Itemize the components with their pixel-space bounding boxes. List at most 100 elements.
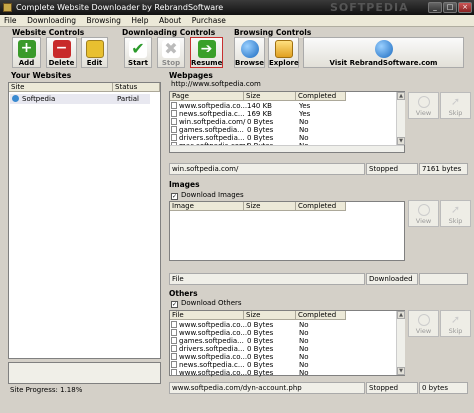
skip-label: Skip xyxy=(448,327,463,335)
table-row[interactable]: win.softpedia.com/0 Bytes No xyxy=(171,118,395,126)
start-button[interactable]: ✔ Start xyxy=(124,37,152,68)
webpages-skip-button[interactable]: ➚ Skip xyxy=(440,92,471,119)
col-site[interactable]: Site xyxy=(9,83,113,92)
table-row[interactable]: www.softpedia.co... 0 Bytes No xyxy=(171,329,395,337)
download-others-checkbox[interactable]: ✓ xyxy=(171,301,178,308)
col-size[interactable]: Size xyxy=(244,202,296,211)
images-title: Images xyxy=(169,180,200,189)
table-row[interactable]: news.softpedia.c... 169 KB Yes xyxy=(171,110,395,118)
menu-purchase[interactable]: Purchase xyxy=(188,15,230,27)
site-name: Softpedia xyxy=(22,95,56,103)
websites-list[interactable]: Site Status Softpedia Partial xyxy=(8,82,161,359)
images-view-button[interactable]: View xyxy=(408,200,439,227)
col-completed[interactable]: Completed xyxy=(296,202,346,211)
col-completed[interactable]: Completed xyxy=(296,311,346,320)
row-completed: No xyxy=(299,369,309,377)
webpages-state: Stopped xyxy=(366,163,418,175)
webpages-view-button[interactable]: View xyxy=(408,92,439,119)
row-completed: No xyxy=(299,134,309,142)
row-name: news.softpedia.c... xyxy=(179,361,245,369)
site-progress-text: Site Progress: 1.18% xyxy=(10,386,83,394)
row-completed: No xyxy=(299,126,309,134)
row-completed: Yes xyxy=(299,102,311,110)
row-size: 0 Bytes xyxy=(247,369,274,377)
view-label: View xyxy=(415,109,432,117)
download-images-option[interactable]: ✓ Download Images xyxy=(171,191,244,200)
webpages-current-url: win.softpedia.com/ xyxy=(169,163,365,175)
table-row[interactable]: www.softpedia.co... 0 Bytes No xyxy=(171,369,395,377)
menu-file[interactable]: File xyxy=(0,15,21,27)
delete-icon: − xyxy=(52,40,71,58)
file-icon xyxy=(171,329,177,336)
start-icon: ✔ xyxy=(129,40,147,58)
edit-button[interactable]: Edit xyxy=(81,37,108,68)
file-icon xyxy=(171,369,177,376)
row-completed: No xyxy=(299,337,309,345)
website-controls-title: Website Controls xyxy=(12,28,85,37)
minimize-button[interactable]: _ xyxy=(428,2,442,13)
folder-icon xyxy=(274,40,293,58)
menu-downloading[interactable]: Downloading xyxy=(23,15,80,27)
table-row[interactable]: news.softpedia.c... 0 Bytes No xyxy=(171,361,395,369)
row-completed: No xyxy=(299,353,309,361)
images-table[interactable]: Image Size Completed xyxy=(169,201,405,261)
view-label: View xyxy=(415,327,432,335)
table-row[interactable]: www.softpedia.co... 140 KB Yes xyxy=(171,102,395,110)
explore-label: Explore xyxy=(269,59,299,67)
website-row[interactable]: Softpedia Partial xyxy=(10,94,150,104)
col-size[interactable]: Size xyxy=(244,92,296,101)
file-icon xyxy=(171,321,177,328)
table-row[interactable]: www.softpedia.co... 0 Bytes No xyxy=(171,353,395,361)
table-row[interactable]: games.softpedia... 0 Bytes No xyxy=(171,337,395,345)
edit-icon xyxy=(85,40,104,58)
downloading-controls-title: Downloading Controls xyxy=(122,28,216,37)
row-name: drivers.softpedia... xyxy=(179,134,245,142)
download-others-option[interactable]: ✓ Download Others xyxy=(171,299,242,308)
download-images-checkbox[interactable]: ✓ xyxy=(171,193,178,200)
browsing-controls-title: Browsing Controls xyxy=(234,28,312,37)
col-file[interactable]: File xyxy=(170,311,244,320)
table-row[interactable]: drivers.softpedia... 0 Bytes No xyxy=(171,134,395,142)
others-table[interactable]: File Size Completed www.softpedia.co... 0… xyxy=(169,310,405,377)
menu-bar: File Downloading Browsing Help About Pur… xyxy=(0,15,474,27)
visit-rebrandsoftware-button[interactable]: Visit RebrandSoftware.com xyxy=(303,37,464,68)
webpages-hscrollbar[interactable] xyxy=(170,145,404,152)
others-current-url: www.softpedia.com/dyn-account.php xyxy=(169,382,365,394)
menu-about[interactable]: About xyxy=(155,15,185,27)
images-skip-button[interactable]: ➚ Skip xyxy=(440,200,471,227)
add-button[interactable]: + Add xyxy=(12,37,41,68)
webpages-size: 7161 bytes xyxy=(419,163,468,175)
others-view-button[interactable]: View xyxy=(408,310,439,337)
explore-button[interactable]: Explore xyxy=(268,37,299,68)
add-label: Add xyxy=(18,59,35,67)
resume-button[interactable]: ➔ Resume xyxy=(190,37,223,68)
view-icon xyxy=(417,204,430,216)
col-completed[interactable]: Completed xyxy=(296,92,346,101)
webpages-table[interactable]: Page Size Completed www.softpedia.co... 1… xyxy=(169,91,405,153)
table-row[interactable]: www.softpedia.co... 0 Bytes No xyxy=(171,321,395,329)
table-row[interactable]: drivers.softpedia... 0 Bytes No xyxy=(171,345,395,353)
col-size[interactable]: Size xyxy=(244,311,296,320)
others-scrollbar[interactable]: ▲ ▼ xyxy=(396,311,405,375)
stop-button[interactable]: ✖ Stop xyxy=(157,37,185,68)
view-icon xyxy=(417,96,430,108)
others-skip-button[interactable]: ➚ Skip xyxy=(440,310,471,337)
webpages-scrollbar[interactable]: ▲ ▼ xyxy=(396,92,405,145)
col-status[interactable]: Status xyxy=(113,83,160,92)
maximize-button[interactable]: □ xyxy=(443,2,457,13)
table-row[interactable]: games.softpedia... 0 Bytes No xyxy=(171,126,395,134)
site-status: Partial xyxy=(117,95,139,103)
skip-label: Skip xyxy=(448,109,463,117)
col-page[interactable]: Page xyxy=(170,92,244,101)
site-progress-box xyxy=(8,362,161,384)
browse-button[interactable]: Browse xyxy=(234,37,265,68)
menu-browsing[interactable]: Browsing xyxy=(83,15,125,27)
col-image[interactable]: Image xyxy=(170,202,244,211)
file-icon xyxy=(171,102,177,109)
start-label: Start xyxy=(128,59,148,67)
file-icon xyxy=(171,134,177,141)
menu-help[interactable]: Help xyxy=(127,15,152,27)
delete-button[interactable]: − Delete xyxy=(46,37,77,68)
row-name: drivers.softpedia... xyxy=(179,345,245,353)
close-button[interactable]: × xyxy=(458,2,472,13)
